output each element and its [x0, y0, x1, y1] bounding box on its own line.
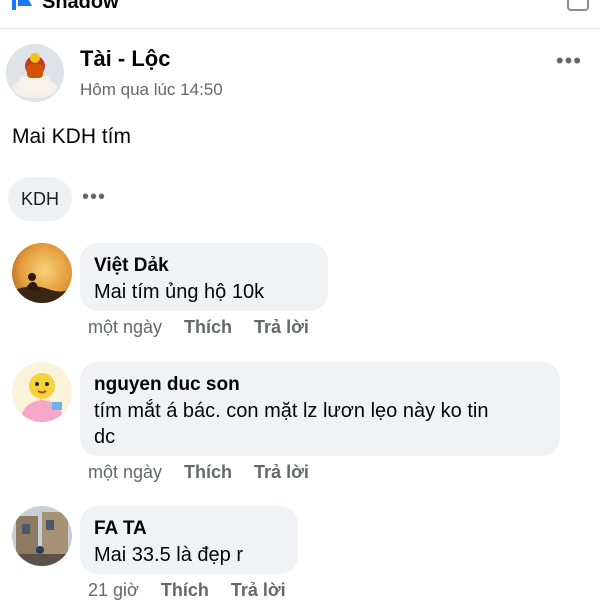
comment-actions: một ngày Thích Trả lời — [88, 317, 309, 338]
comment-text: Mai 33.5 là đẹp r — [94, 544, 243, 566]
comment-text-line: tím mắt á bác. con mặt lz lươn lẹo này k… — [94, 400, 489, 422]
comment-bubble[interactable]: Việt Dảk Mai tím ủng hộ 10k — [80, 243, 328, 311]
more-options-icon[interactable]: ••• — [82, 186, 106, 209]
commenter-avatar[interactable] — [12, 243, 72, 303]
comment-time: một ngày — [88, 462, 163, 482]
author-avatar[interactable] — [6, 44, 64, 102]
group-header: Shadow — [0, 0, 600, 29]
author-name[interactable]: Tài - Lộc — [80, 46, 170, 72]
like-button[interactable]: Thích — [184, 462, 232, 482]
comment-time: một ngày — [88, 317, 163, 337]
comment-bubble[interactable]: nguyen duc son tím mắt á bác. con mặt lz… — [80, 362, 560, 456]
post-timestamp[interactable]: Hôm qua lúc 14:50 — [80, 80, 223, 100]
comment-actions: 21 giờ Thích Trả lời — [88, 580, 286, 601]
group-name[interactable]: Shadow — [42, 0, 119, 14]
flag-icon — [12, 0, 32, 10]
commenter-avatar[interactable] — [12, 506, 72, 566]
commenter-name[interactable]: nguyen duc son — [94, 372, 546, 398]
comment-text: Mai tím ủng hộ 10k — [94, 281, 265, 303]
reply-button[interactable]: Trả lời — [254, 462, 309, 482]
compose-icon[interactable] — [566, 0, 592, 12]
like-button[interactable]: Thích — [161, 580, 209, 600]
commenter-name[interactable]: Việt Dảk — [94, 253, 314, 279]
reply-button[interactable]: Trả lời — [254, 317, 309, 337]
comment-text-line: dc — [94, 426, 116, 448]
post-text: Mai KDH tím — [12, 125, 132, 148]
topic-tag[interactable]: KDH — [8, 177, 72, 221]
comment-actions: một ngày Thích Trả lời — [88, 462, 309, 483]
comment-time: 21 giờ — [88, 580, 139, 600]
like-button[interactable]: Thích — [184, 317, 232, 337]
reply-button[interactable]: Trả lời — [231, 580, 286, 600]
commenter-avatar[interactable] — [12, 362, 72, 422]
comment-bubble[interactable]: FA TA Mai 33.5 là đẹp r — [80, 506, 298, 574]
more-options-icon[interactable]: ••• — [556, 48, 582, 74]
commenter-name[interactable]: FA TA — [94, 516, 284, 542]
